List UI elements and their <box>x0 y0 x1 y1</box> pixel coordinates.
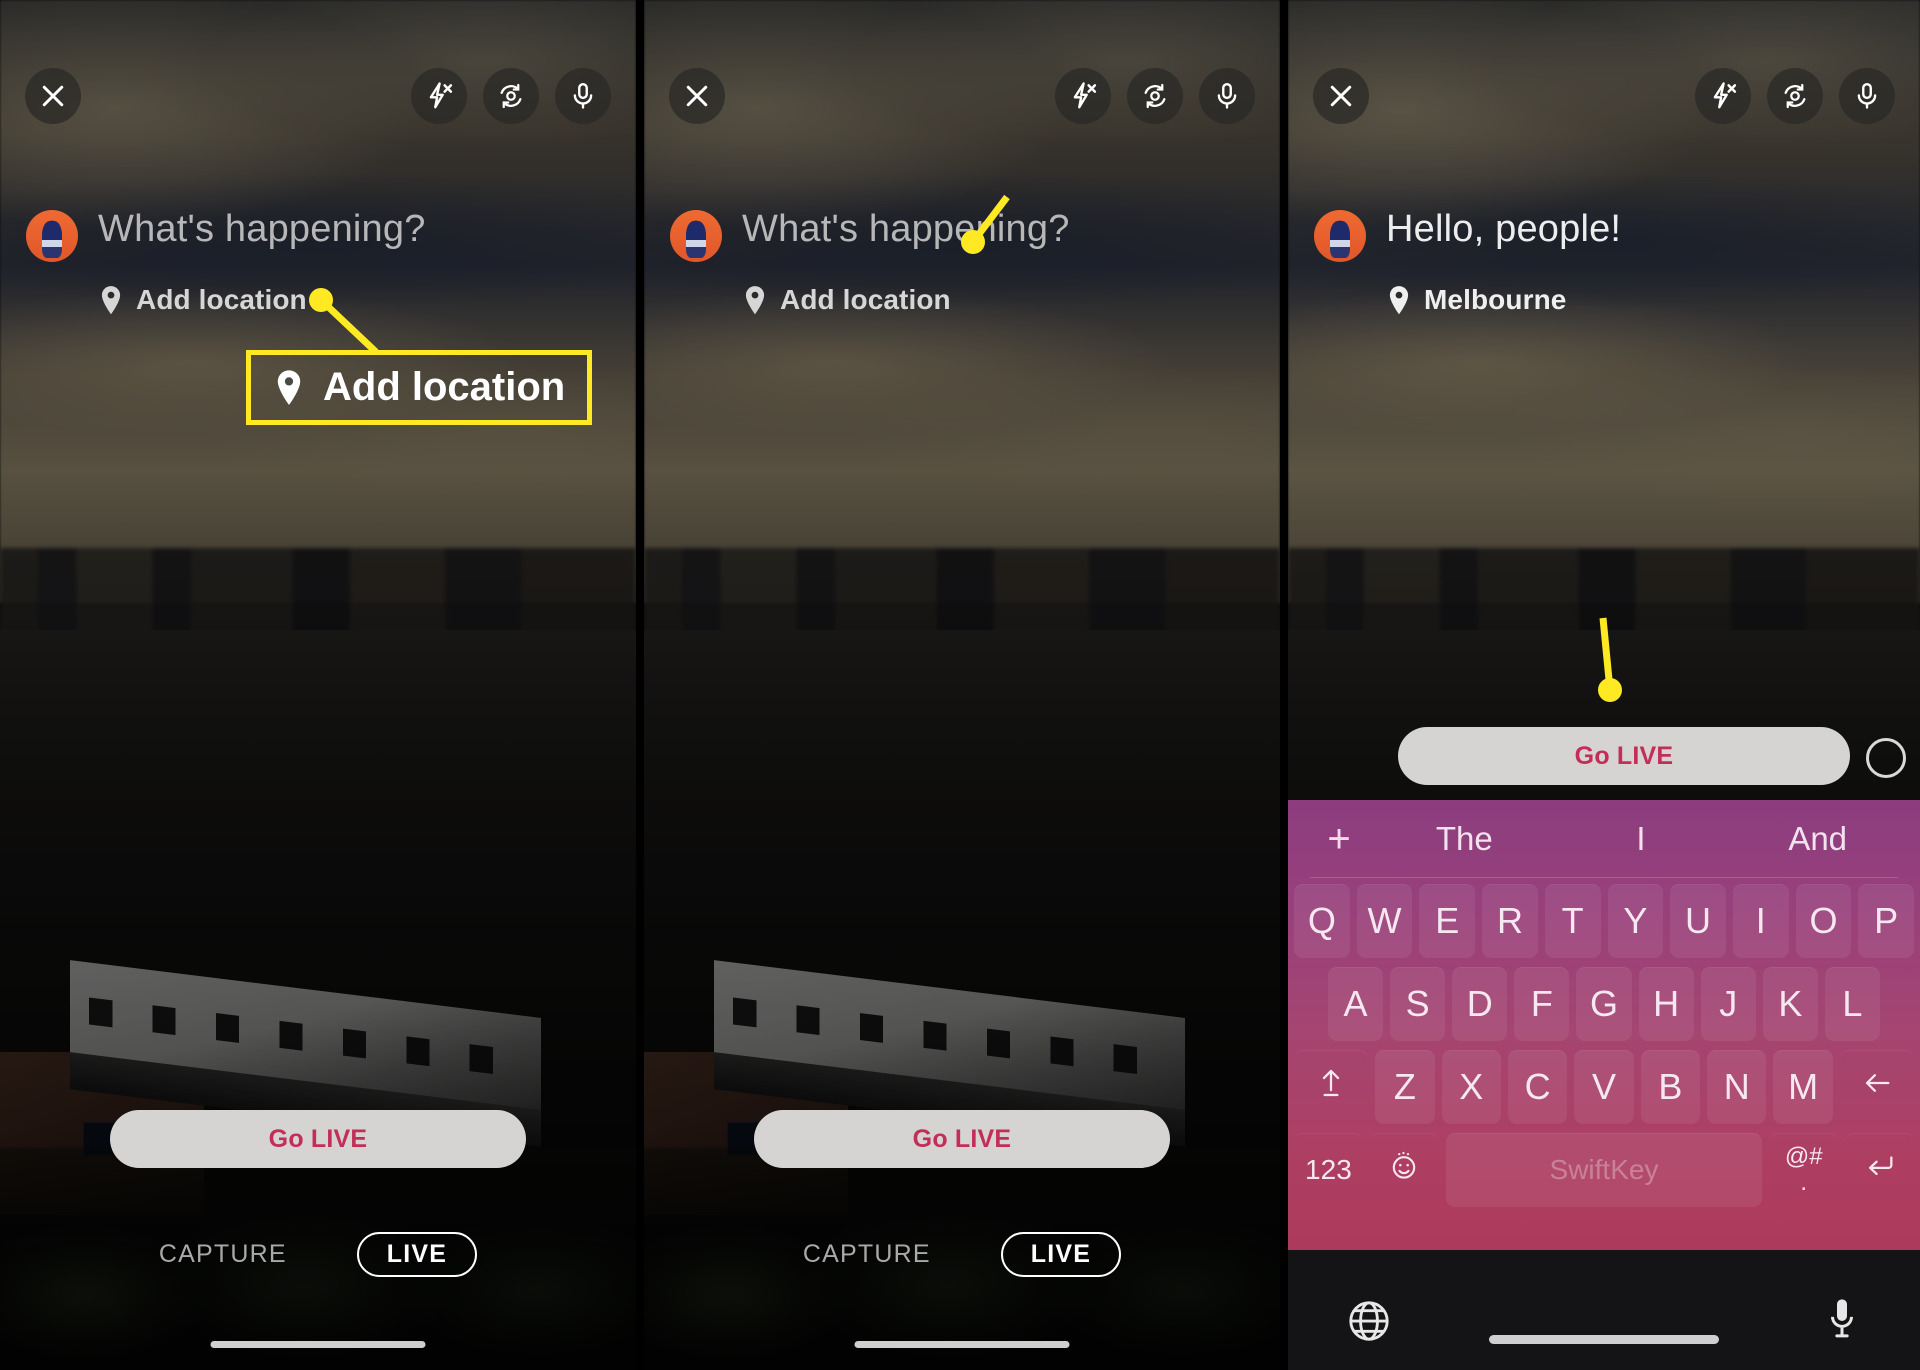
suggestion-bar: + The I And <box>1288 800 1920 878</box>
key-e[interactable]: E <box>1419 884 1476 958</box>
key-o[interactable]: O <box>1795 884 1852 958</box>
key-row-4: 123 SwiftKey @# . <box>1294 1133 1914 1207</box>
key-d[interactable]: D <box>1452 967 1508 1041</box>
backspace-key[interactable] <box>1840 1050 1914 1124</box>
callout-leader-line-2 <box>961 194 1010 254</box>
camera-topbar-3 <box>1288 66 1920 126</box>
key-k[interactable]: K <box>1762 967 1818 1041</box>
globe-icon[interactable] <box>1346 1298 1392 1344</box>
key-f[interactable]: F <box>1514 967 1570 1041</box>
enter-icon <box>1863 1149 1897 1192</box>
backspace-icon <box>1860 1066 1894 1109</box>
shift-icon <box>1314 1066 1348 1109</box>
symbols-stack: @# . <box>1785 1145 1823 1195</box>
microphone-button[interactable] <box>1839 68 1895 124</box>
key-r[interactable]: R <box>1482 884 1538 958</box>
swiftkey-keyboard: + The I And Q W E R T Y U I O P A S D F … <box>1288 800 1920 1250</box>
suggestion-2[interactable]: I <box>1553 820 1730 858</box>
key-row-1: Q W E R T Y U I O P <box>1293 884 1915 958</box>
callout-leader-line-3 <box>1598 617 1622 702</box>
key-l[interactable]: L <box>1824 967 1880 1041</box>
key-row-2: A S D F G H J K L <box>1294 967 1914 1041</box>
go-live-button[interactable]: Go LIVE <box>754 1110 1170 1168</box>
panel-1: What's happening? Add location Go LIVE C… <box>0 0 636 1370</box>
avatar <box>1314 210 1366 262</box>
key-i[interactable]: I <box>1732 884 1789 958</box>
flash-off-icon <box>1708 81 1738 111</box>
panel-3: Hello, people! Melbourne Go LIVE + The I… <box>1288 0 1920 1370</box>
symbols-key-top: @# <box>1784 1143 1823 1170</box>
system-navbar <box>1288 1250 1920 1370</box>
screenshot-stage: What's happening? Add location Go LIVE C… <box>0 0 1920 1370</box>
location-row[interactable]: Melbourne <box>1386 284 1894 316</box>
emoji-key[interactable] <box>1370 1133 1439 1207</box>
location-pin-icon <box>273 369 305 407</box>
go-live-button[interactable]: Go LIVE <box>110 1110 526 1168</box>
mode-live[interactable]: LIVE <box>356 1232 478 1277</box>
enter-key[interactable] <box>1845 1133 1914 1207</box>
symbols-key-bottom: . <box>1800 1169 1808 1196</box>
key-v[interactable]: V <box>1574 1050 1634 1124</box>
suggestion-1[interactable]: The <box>1376 820 1553 858</box>
flip-camera-button[interactable] <box>1767 68 1823 124</box>
mode-switch-1: CAPTURE LIVE <box>0 1232 636 1277</box>
key-u[interactable]: U <box>1670 884 1726 958</box>
panel-2: What's happening? Add location Go LIVE C… <box>644 0 1280 1370</box>
panel-divider-2 <box>1280 0 1288 1370</box>
flip-camera-icon <box>1780 81 1810 111</box>
key-b[interactable]: B <box>1640 1050 1701 1124</box>
key-rows: Q W E R T Y U I O P A S D F G H J K L Z … <box>1288 878 1920 1207</box>
home-indicator <box>854 1341 1070 1348</box>
key-n[interactable]: N <box>1707 1050 1767 1124</box>
mode-switch-2: CAPTURE LIVE <box>644 1232 1280 1277</box>
callout-add-location-label: Add location <box>323 365 566 409</box>
shift-key[interactable] <box>1294 1050 1368 1124</box>
key-a[interactable]: A <box>1328 967 1384 1041</box>
flash-button[interactable] <box>1695 68 1751 124</box>
mode-capture[interactable]: CAPTURE <box>159 1240 287 1269</box>
space-key[interactable]: SwiftKey <box>1445 1133 1763 1207</box>
mode-capture[interactable]: CAPTURE <box>803 1240 931 1269</box>
key-g[interactable]: G <box>1576 967 1632 1041</box>
microphone-icon <box>1852 81 1882 111</box>
key-t[interactable]: T <box>1544 884 1601 958</box>
key-row-3: Z X C V B N M <box>1294 1050 1914 1124</box>
numeric-key[interactable]: 123 <box>1294 1133 1363 1207</box>
composer-text[interactable]: Hello, people! <box>1386 208 1621 250</box>
close-button[interactable] <box>1313 68 1369 124</box>
key-w[interactable]: W <box>1356 884 1413 958</box>
key-q[interactable]: Q <box>1293 884 1350 958</box>
key-y[interactable]: Y <box>1607 884 1664 958</box>
home-indicator <box>1489 1335 1719 1344</box>
location-label: Melbourne <box>1424 284 1567 315</box>
key-s[interactable]: S <box>1390 967 1446 1041</box>
close-icon <box>1326 81 1356 111</box>
key-z[interactable]: Z <box>1375 1050 1435 1124</box>
panel-divider-1 <box>636 0 644 1370</box>
suggestion-3[interactable]: And <box>1729 820 1906 858</box>
key-m[interactable]: M <box>1773 1050 1833 1124</box>
composer-3: Hello, people! Melbourne <box>1314 208 1894 316</box>
callout-add-location: Add location <box>246 350 593 425</box>
microphone-icon[interactable] <box>1822 1296 1862 1344</box>
home-indicator <box>210 1341 426 1348</box>
symbols-key[interactable]: @# . <box>1769 1133 1838 1207</box>
mode-live[interactable]: LIVE <box>1000 1232 1122 1277</box>
add-suggestion-button[interactable]: + <box>1302 817 1376 862</box>
key-j[interactable]: J <box>1700 967 1756 1041</box>
location-pin-icon <box>1386 285 1412 315</box>
key-c[interactable]: C <box>1507 1050 1568 1124</box>
key-h[interactable]: H <box>1638 967 1694 1041</box>
emoji-icon <box>1387 1149 1421 1192</box>
key-x[interactable]: X <box>1441 1050 1501 1124</box>
key-p[interactable]: P <box>1858 884 1915 958</box>
